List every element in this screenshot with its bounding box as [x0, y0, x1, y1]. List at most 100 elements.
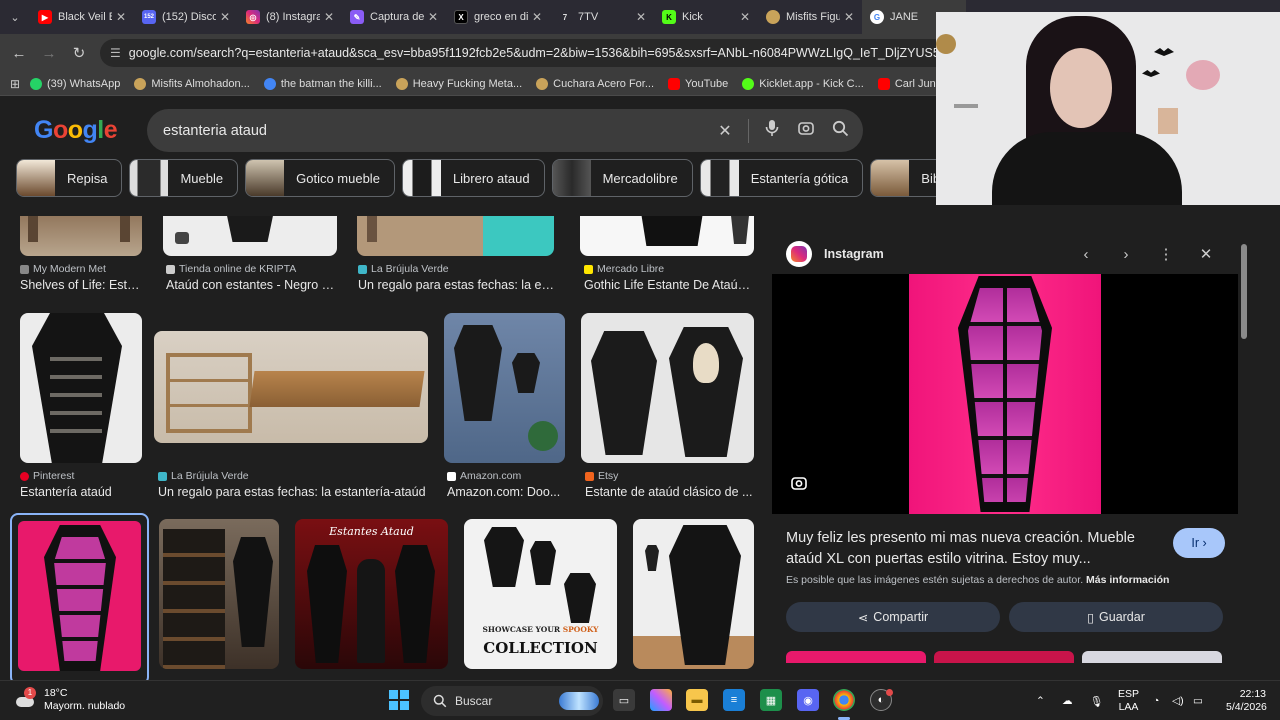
more-info-link[interactable]: Más información — [1086, 574, 1169, 586]
chip-mercadolibre[interactable]: Mercadolibre — [551, 159, 693, 197]
result-caption[interactable]: Ataúd con estantes - Negro -... — [166, 278, 336, 292]
close-icon[interactable]: ✕ — [844, 10, 854, 24]
save-button[interactable]: ▯ Guardar — [1009, 602, 1223, 632]
preview-image[interactable] — [772, 274, 1238, 514]
weather-widget[interactable]: 1 18°C Mayorm. nublado — [14, 687, 125, 713]
more-options-icon[interactable]: ⋮ — [1146, 245, 1186, 263]
bookmark-kicklet[interactable]: Kicklet.app - Kick C... — [742, 77, 864, 90]
microphone-icon[interactable] — [755, 119, 789, 142]
tab-kick[interactable]: K Kick ✕ — [654, 0, 758, 34]
result-source[interactable]: Etsy — [585, 470, 618, 482]
result-image[interactable]: SHOWCASE YOUR SPOOKY COLLECTION — [464, 519, 617, 669]
language-indicator[interactable]: ESP LAA — [1118, 681, 1139, 720]
result-caption[interactable]: Estantería ataúd — [20, 485, 144, 499]
result-image[interactable] — [580, 216, 754, 256]
result-image[interactable] — [20, 313, 142, 463]
battery-icon[interactable]: ▭ — [1193, 681, 1203, 720]
chrome-icon[interactable] — [833, 689, 855, 711]
result-image[interactable] — [20, 216, 142, 256]
chip-estanteria-gotica[interactable]: Estantería gótica — [699, 159, 864, 197]
close-icon[interactable]: ✕ — [1186, 245, 1226, 263]
bookmark-youtube[interactable]: YouTube — [668, 77, 728, 90]
close-icon[interactable]: ✕ — [324, 10, 334, 24]
chip-mueble[interactable]: Mueble — [129, 159, 239, 197]
bookmark-whatsapp[interactable]: (39) WhatsApp — [30, 77, 120, 90]
onedrive-icon[interactable]: ☁ — [1062, 681, 1073, 720]
chip-gotico-mueble[interactable]: Gotico mueble — [245, 159, 395, 197]
close-icon[interactable]: ✕ — [532, 10, 542, 24]
result-image-selected[interactable] — [10, 513, 149, 680]
tab-x[interactable]: X greco en di... ✕ — [446, 0, 550, 34]
google-logo[interactable]: Google — [34, 116, 118, 145]
start-button[interactable] — [389, 690, 409, 710]
tab-search-button[interactable]: ⌄ — [0, 0, 30, 34]
wifi-icon[interactable]: ◔ — [1153, 681, 1159, 720]
taskbar-search[interactable]: Buscar — [421, 686, 603, 716]
result-image[interactable] — [444, 313, 565, 463]
volume-icon[interactable]: ◁) — [1172, 681, 1184, 720]
scrollbar-thumb[interactable] — [1241, 244, 1247, 339]
share-button[interactable]: ⋖ Compartir — [786, 602, 1000, 632]
result-caption[interactable]: Shelves of Life: Esto... — [20, 278, 144, 292]
search-icon[interactable] — [823, 120, 857, 142]
spreadsheet-icon[interactable]: ▦ — [760, 689, 782, 711]
reload-icon[interactable]: ↻ — [64, 38, 94, 68]
result-source[interactable]: Amazon.com — [447, 470, 521, 482]
forward-arrow-icon[interactable]: → — [34, 38, 64, 68]
task-view-icon[interactable]: ▭ — [613, 689, 635, 711]
search-box[interactable]: estanteria ataud ✕ — [147, 109, 863, 152]
chip-repisa[interactable]: Repisa — [16, 159, 123, 197]
result-image[interactable] — [633, 519, 754, 669]
bookmark-cuchara[interactable]: Cuchara Acero For... — [536, 77, 654, 90]
bookmark-heavy-metal[interactable]: Heavy Fucking Meta... — [395, 77, 522, 90]
panel-title[interactable]: Muy feliz les presento mi mas nueva crea… — [786, 528, 1161, 570]
result-image[interactable] — [581, 313, 754, 463]
related-images-strip[interactable] — [786, 651, 1226, 663]
result-image[interactable] — [357, 216, 554, 256]
panel-source[interactable]: Instagram — [824, 247, 1066, 261]
result-source[interactable]: Tienda online de KRIPTA — [166, 263, 296, 275]
file-explorer-icon[interactable]: ▬ — [686, 689, 708, 711]
tab-discord[interactable]: 152 (152) Discord ✕ — [134, 0, 238, 34]
tab-captura[interactable]: ✎ Captura de pantalla ✕ — [342, 0, 446, 34]
tray-overflow-icon[interactable]: ⌃ — [1036, 681, 1045, 720]
previous-arrow-icon[interactable]: ‹ — [1066, 246, 1106, 263]
discord-icon[interactable]: ◉ — [797, 689, 819, 711]
chip-librero-ataud[interactable]: Librero ataud — [401, 159, 545, 197]
apps-grid-icon[interactable]: ⊞ — [0, 77, 30, 91]
close-icon[interactable]: ✕ — [116, 10, 126, 24]
site-info-icon[interactable]: ☰ — [110, 46, 121, 60]
result-caption[interactable]: Un regalo para estas fechas: la estanter… — [158, 485, 428, 499]
visit-button[interactable]: Ir › — [1173, 528, 1225, 558]
lens-icon[interactable] — [789, 119, 823, 142]
result-caption[interactable]: Un regalo para estas fechas: la est... — [358, 278, 558, 292]
next-arrow-icon[interactable]: › — [1106, 246, 1146, 263]
bookmark-batman[interactable]: the batman the killi... — [263, 77, 382, 90]
lens-icon[interactable] — [790, 474, 810, 494]
tab-misfits[interactable]: Misfits Figura ✕ — [758, 0, 862, 34]
microphone-icon[interactable]: 🎙 — [1090, 681, 1103, 720]
tab-black-veil[interactable]: ▶ Black Veil Brides ✕ — [30, 0, 134, 34]
result-source[interactable]: Pinterest — [20, 470, 74, 482]
search-input[interactable]: estanteria ataud — [163, 123, 708, 139]
result-source[interactable]: La Brújula Verde — [358, 263, 449, 275]
result-image[interactable] — [159, 519, 279, 669]
result-caption[interactable]: Amazon.com: Doo... — [447, 485, 565, 499]
result-caption[interactable]: Estante de ataúd clásico de ... — [585, 485, 753, 499]
close-icon[interactable]: ✕ — [740, 10, 750, 24]
clock[interactable]: 22:13 5/4/2026 — [1226, 688, 1267, 714]
result-caption[interactable]: Gothic Life Estante De Ataúd... — [584, 278, 754, 292]
clear-icon[interactable]: ✕ — [708, 121, 742, 141]
notepad-icon[interactable]: ≡ — [723, 689, 745, 711]
close-icon[interactable]: ✕ — [636, 10, 646, 24]
result-image[interactable] — [163, 216, 337, 256]
tab-instagram[interactable]: ◎ (8) Instagram ✕ — [238, 0, 342, 34]
result-image[interactable]: Estantes Ataud — [295, 519, 448, 669]
result-source[interactable]: Mercado Libre — [584, 263, 664, 275]
copilot-icon[interactable] — [650, 689, 672, 711]
back-arrow-icon[interactable]: ← — [4, 38, 34, 68]
close-icon[interactable]: ✕ — [428, 10, 438, 24]
close-icon[interactable]: ✕ — [220, 10, 230, 24]
panel-scrollbar[interactable] — [1240, 234, 1248, 664]
bookmark-misfits[interactable]: Misfits Almohadon... — [134, 77, 250, 90]
